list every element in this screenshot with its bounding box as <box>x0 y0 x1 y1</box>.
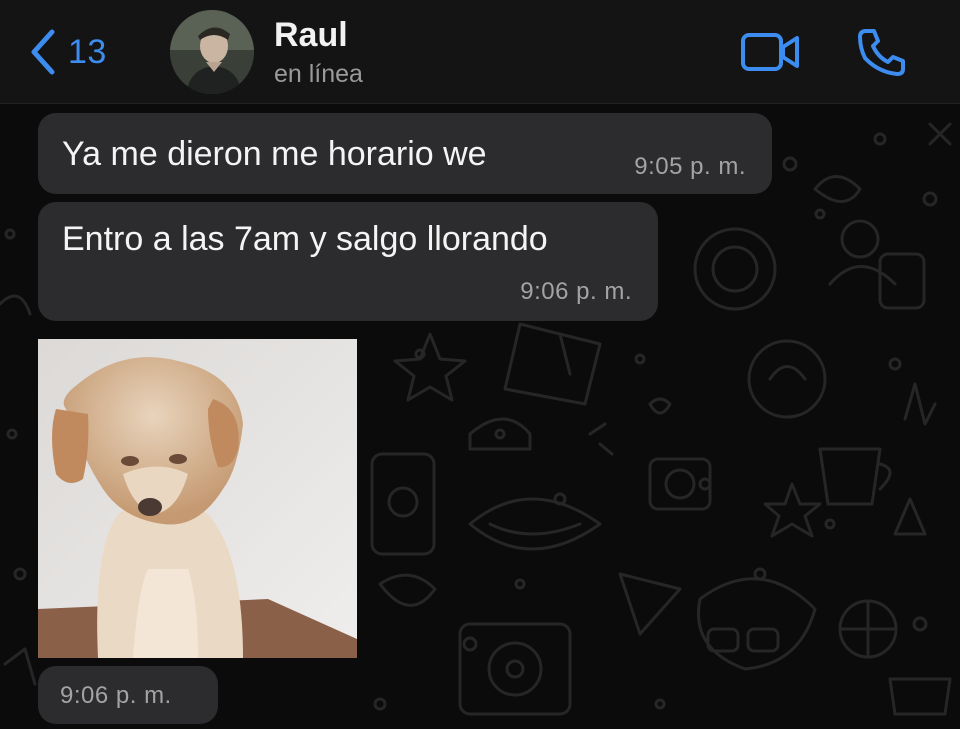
chat-header: 13 Raul en línea <box>0 0 960 104</box>
voice-call-button[interactable] <box>856 26 908 83</box>
avatar[interactable] <box>170 10 254 94</box>
video-call-button[interactable] <box>740 30 802 79</box>
contact-name[interactable]: Raul <box>274 16 348 55</box>
chat-area[interactable]: Ya me dieron me horario we 9:05 p. m. En… <box>0 104 960 729</box>
contact-status: en línea <box>274 60 363 88</box>
message-time: 9:06 p. m. <box>60 682 172 709</box>
unread-count: 13 <box>68 32 107 71</box>
message-bubble[interactable]: 9:06 p. m. <box>38 666 218 724</box>
message-bubble[interactable]: Entro a las 7am y salgo llorando 9:06 p.… <box>38 202 658 321</box>
chevron-left-icon <box>31 29 55 75</box>
message-time: 9:06 p. m. <box>520 278 632 305</box>
message-bubble[interactable]: Ya me dieron me horario we 9:05 p. m. <box>38 113 772 194</box>
phone-icon <box>858 29 905 76</box>
sad-puppy-image <box>38 339 357 658</box>
message-text: Ya me dieron me horario we <box>62 135 487 173</box>
image-message[interactable] <box>38 339 357 658</box>
chat-screen: 13 Raul en línea Ya me dieron me horario… <box>0 0 960 729</box>
back-button[interactable]: 13 <box>28 24 107 80</box>
message-text: Entro a las 7am y salgo llorando <box>62 220 548 258</box>
video-camera-icon <box>741 33 799 71</box>
message-time: 9:05 p. m. <box>634 153 746 180</box>
profile-photo <box>170 10 254 94</box>
